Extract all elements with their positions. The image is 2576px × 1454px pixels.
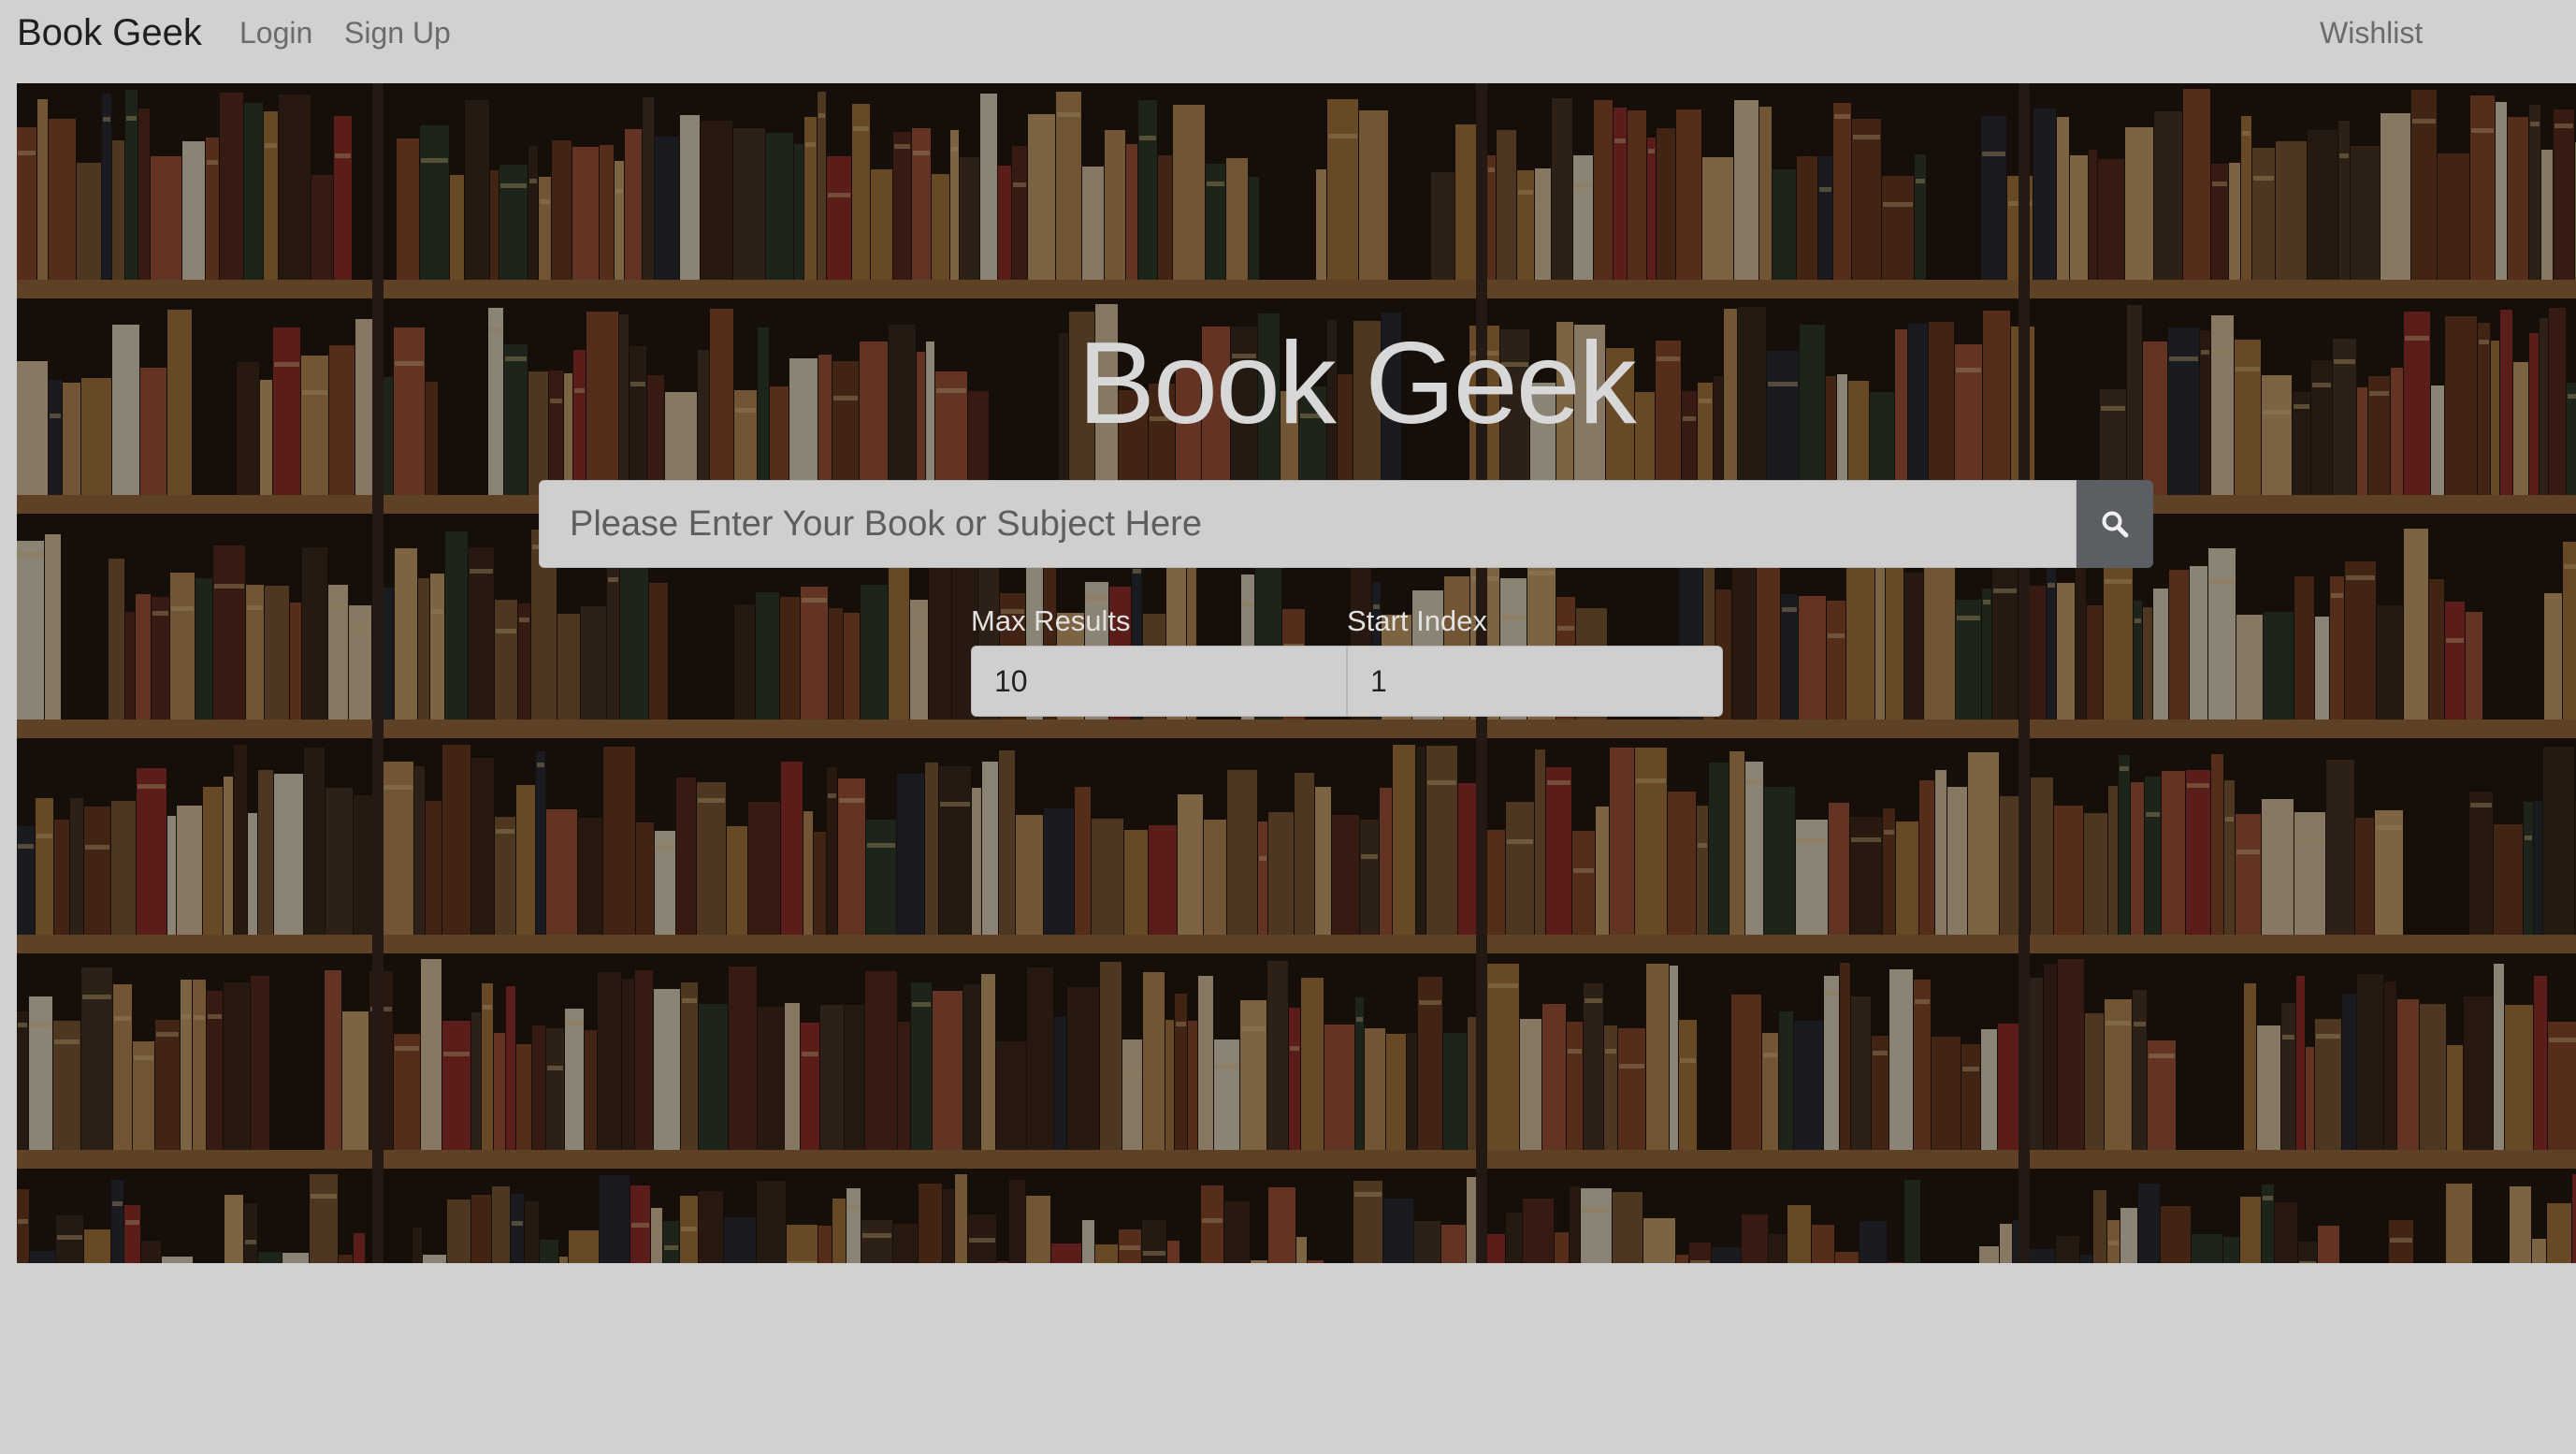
login-link[interactable]: Login: [239, 16, 312, 50]
max-results-label: Max Results: [971, 604, 1131, 637]
brand-logo-link[interactable]: Book Geek: [17, 12, 202, 53]
max-results-input[interactable]: [971, 646, 1347, 717]
top-navbar: Book Geek Login Sign Up Wishlist: [0, 0, 2576, 83]
wishlist-link[interactable]: Wishlist: [2320, 16, 2423, 50]
search-input[interactable]: [539, 480, 2077, 568]
search-icon: [2102, 511, 2129, 538]
start-index-label: Start Index: [1347, 604, 1487, 637]
search-button[interactable]: [2077, 480, 2153, 568]
start-index-input[interactable]: [1347, 646, 1723, 717]
signup-link[interactable]: Sign Up: [344, 16, 451, 50]
hero-title: Book Geek: [1078, 319, 1636, 448]
